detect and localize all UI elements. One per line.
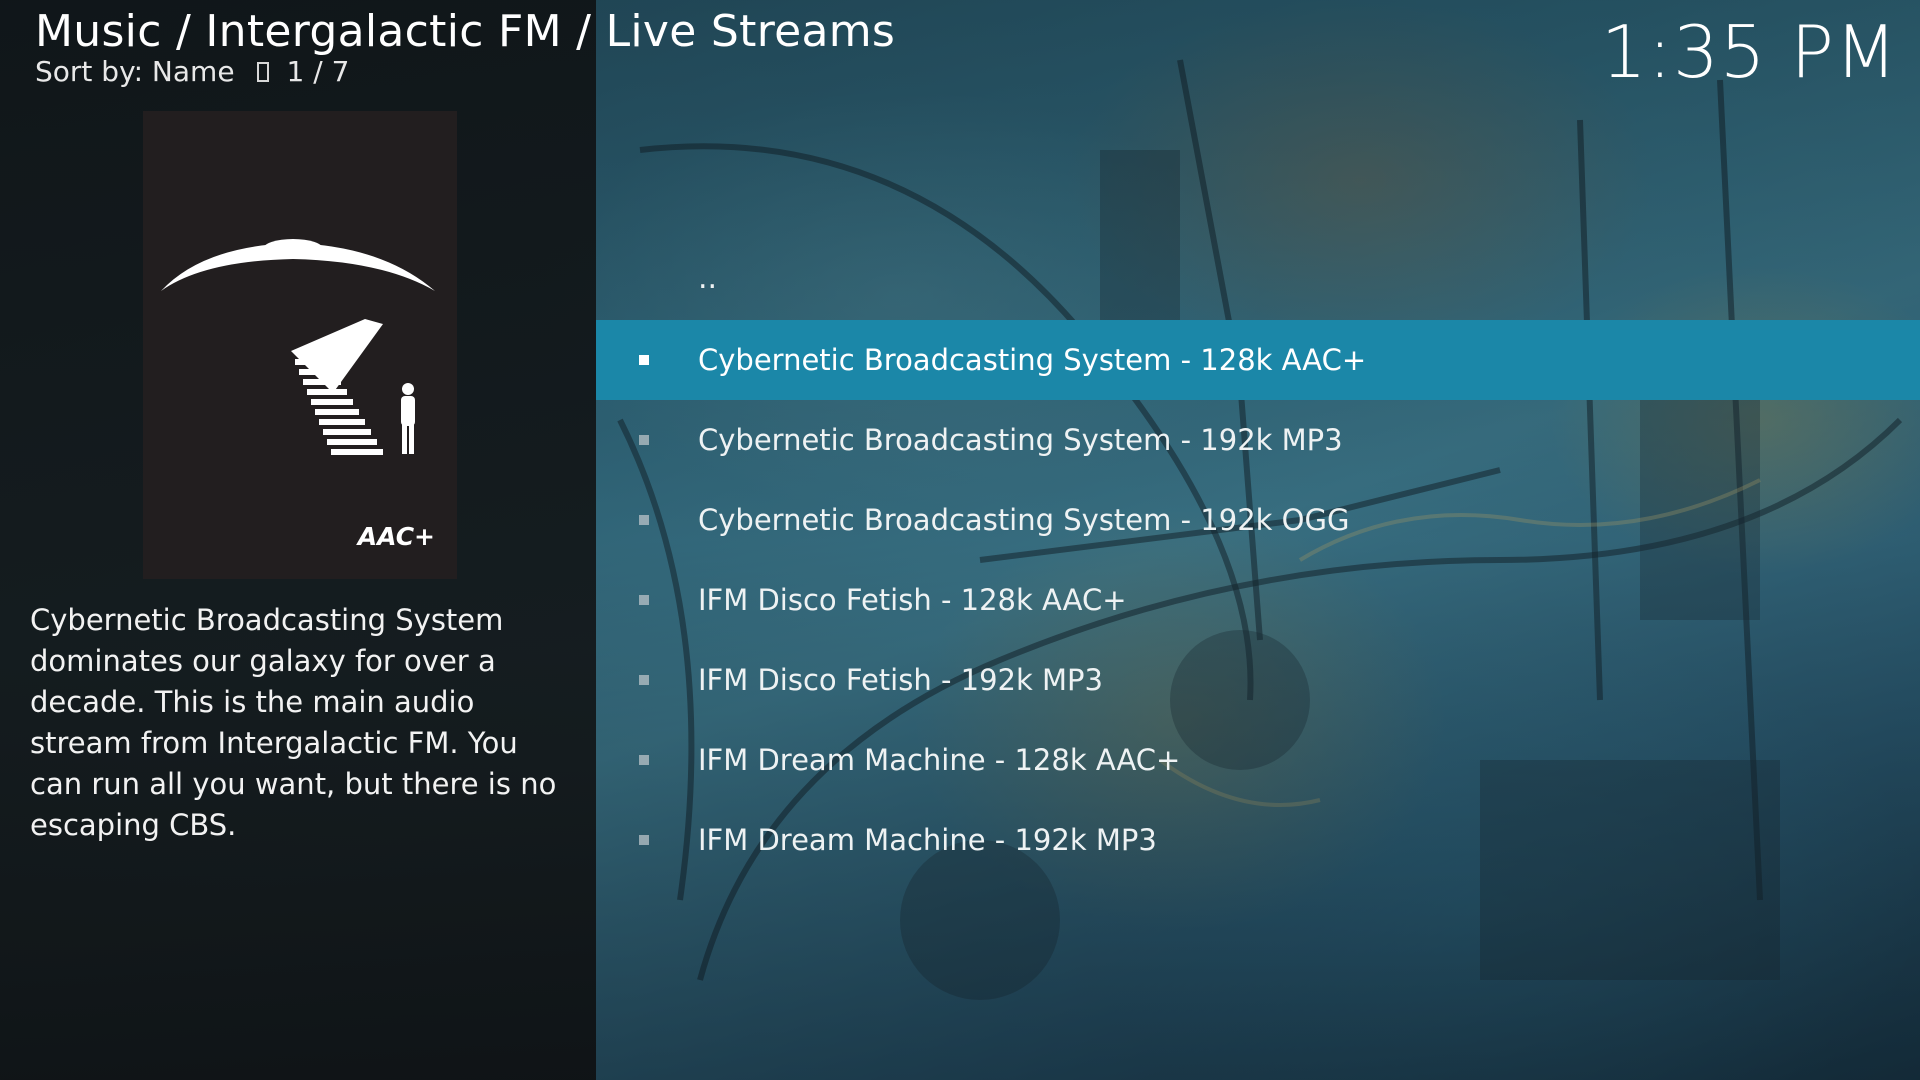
bullet-icon	[639, 675, 649, 685]
bullet-icon	[639, 835, 649, 845]
bullet-icon	[639, 355, 649, 365]
list-item-label: Cybernetic Broadcasting System - 128k AA…	[698, 343, 1367, 377]
bullet-icon	[639, 435, 649, 445]
stream-cover-art: AAC+	[143, 111, 457, 579]
stream-description: Cybernetic Broadcasting System dominates…	[30, 603, 557, 842]
list-item[interactable]: IFM Dream Machine - 128k AAC+	[596, 720, 1920, 800]
bullet-icon	[639, 515, 649, 525]
list-item-label: IFM Disco Fetish - 192k MP3	[698, 663, 1103, 697]
list-item[interactable]: IFM Dream Machine - 192k MP3	[596, 800, 1920, 880]
list-item[interactable]: Cybernetic Broadcasting System - 128k AA…	[596, 320, 1920, 400]
sort-info: Sort by: Name 1 / 7	[35, 55, 349, 88]
list-item[interactable]: IFM Disco Fetish - 192k MP3	[596, 640, 1920, 720]
list-item-label: IFM Dream Machine - 128k AAC+	[698, 743, 1181, 777]
item-position: 1 / 7	[286, 55, 350, 88]
list-item[interactable]: Cybernetic Broadcasting System - 192k OG…	[596, 480, 1920, 560]
bullet-icon	[639, 755, 649, 765]
ufo-logo	[161, 239, 435, 455]
sort-label: Sort by: Name	[35, 55, 235, 88]
list-item-label: IFM Dream Machine - 192k MP3	[698, 823, 1157, 857]
parent-folder-item[interactable]: ..	[596, 245, 1920, 325]
parent-folder-label: ..	[698, 261, 718, 296]
list-item[interactable]: Cybernetic Broadcasting System - 192k MP…	[596, 400, 1920, 480]
list-item-label: Cybernetic Broadcasting System - 192k MP…	[698, 423, 1343, 457]
codec-badge: AAC+	[357, 522, 435, 551]
sort-order-icon	[256, 61, 269, 82]
list-item-label: Cybernetic Broadcasting System - 192k OG…	[698, 503, 1350, 537]
list-item-label: IFM Disco Fetish - 128k AAC+	[698, 583, 1127, 617]
bullet-icon	[639, 595, 649, 605]
stream-list[interactable]: .. Cybernetic Broadcasting System - 128k…	[596, 0, 1920, 1080]
list-item[interactable]: IFM Disco Fetish - 128k AAC+	[596, 560, 1920, 640]
media-window: Music / Intergalactic FM / Live Streams …	[0, 0, 1920, 1080]
